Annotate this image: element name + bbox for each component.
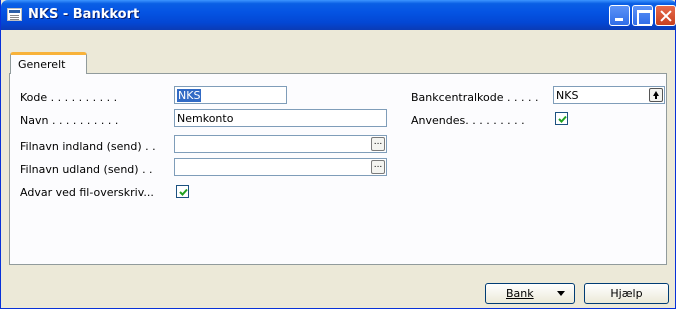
navn-label: Navn . . . . . . . . . . xyxy=(20,114,119,127)
tab-generelt-label: Generelt xyxy=(18,58,66,71)
bankcentralkode-field[interactable]: NKS xyxy=(553,86,665,104)
tab-generelt[interactable]: Generelt xyxy=(10,52,87,74)
advar-label: Advar ved fil-overskriv... xyxy=(20,186,154,199)
window-title: NKS - Bankkort xyxy=(28,7,140,22)
bank-button-label: Bank xyxy=(506,287,534,300)
filnavn-udland-field[interactable]: ... xyxy=(174,158,387,176)
filnavn-indland-field[interactable]: ... xyxy=(174,135,387,153)
bankcentralkode-label: Bankcentralkode . . . . . xyxy=(411,91,539,104)
ellipsis-icon[interactable]: ... xyxy=(371,160,385,174)
kode-value: NKS xyxy=(177,89,202,102)
kode-label: Kode . . . . . . . . . . xyxy=(20,91,118,104)
help-button[interactable]: Hjælp xyxy=(584,283,669,304)
maximize-button[interactable] xyxy=(632,5,653,26)
up-arrow-icon[interactable] xyxy=(649,88,663,102)
ellipsis-icon[interactable]: ... xyxy=(371,137,385,151)
check-icon xyxy=(558,115,567,123)
window: NKS - Bankkort Generelt Kode . . . . . .… xyxy=(0,0,676,309)
tab-panel-generelt: Kode . . . . . . . . . . NKS Navn . . . … xyxy=(9,73,667,265)
minimize-button[interactable] xyxy=(609,5,630,26)
navn-value: Nemkonto xyxy=(177,112,234,125)
anvendes-checkbox[interactable] xyxy=(555,112,568,125)
filnavn-indland-label: Filnavn indland (send) . . xyxy=(20,140,156,153)
kode-field[interactable]: NKS xyxy=(174,86,287,104)
anvendes-label: Anvendes. . . . . . . . . xyxy=(411,114,525,127)
chevron-down-icon xyxy=(557,291,565,296)
filnavn-udland-label: Filnavn udland (send) . . xyxy=(20,163,153,176)
bank-menu-button[interactable]: Bank xyxy=(485,283,575,304)
navn-field[interactable]: Nemkonto xyxy=(174,109,387,127)
form-icon xyxy=(7,8,22,21)
close-button[interactable] xyxy=(655,5,676,26)
advar-checkbox[interactable] xyxy=(176,185,189,198)
title-bar[interactable]: NKS - Bankkort xyxy=(1,0,676,30)
check-icon xyxy=(179,188,188,196)
bankcentralkode-value: NKS xyxy=(556,89,579,102)
